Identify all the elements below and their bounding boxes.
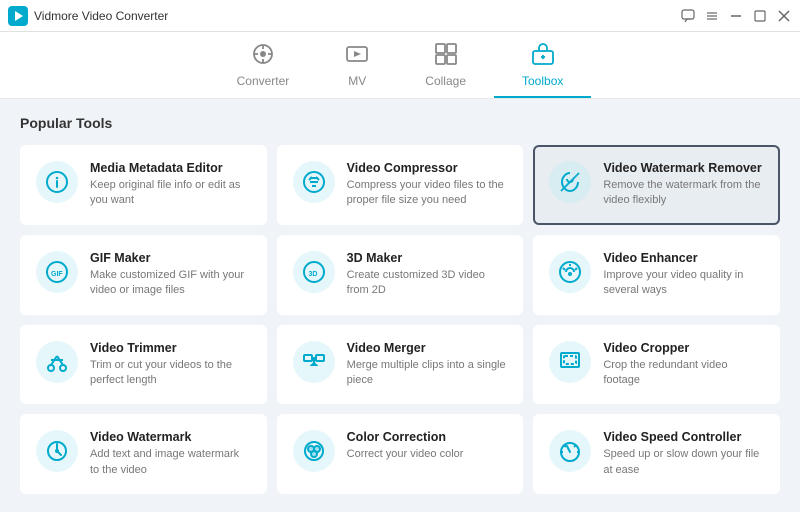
- media-metadata-editor-desc: Keep original file info or edit as you w…: [90, 178, 251, 209]
- maximize-button[interactable]: [752, 8, 768, 24]
- video-compressor-desc: Compress your video files to the proper …: [347, 178, 508, 209]
- video-merger-icon-wrap: [293, 341, 335, 383]
- video-watermark-remover-name: Video Watermark Remover: [603, 161, 764, 175]
- video-watermark-remover-desc: Remove the watermark from the video flex…: [603, 178, 764, 209]
- tool-card-video-enhancer[interactable]: Video Enhancer Improve your video qualit…: [533, 235, 780, 315]
- video-cropper-desc: Crop the redundant video footage: [603, 358, 764, 389]
- media-metadata-editor-name: Media Metadata Editor: [90, 161, 251, 175]
- tool-card-video-watermark-remover[interactable]: Video Watermark Remover Remove the water…: [533, 145, 780, 225]
- video-enhancer-info: Video Enhancer Improve your video qualit…: [603, 251, 764, 299]
- video-speed-controller-desc: Speed up or slow down your file at ease: [603, 447, 764, 478]
- color-correction-desc: Correct your video color: [347, 447, 508, 462]
- video-speed-controller-name: Video Speed Controller: [603, 430, 764, 444]
- tab-converter-label: Converter: [237, 74, 290, 88]
- tool-card-color-correction[interactable]: Color Correction Correct your video colo…: [277, 414, 524, 494]
- media-metadata-editor-info: Media Metadata Editor Keep original file…: [90, 161, 251, 209]
- video-watermark-remover-info: Video Watermark Remover Remove the water…: [603, 161, 764, 209]
- video-cropper-info: Video Cropper Crop the redundant video f…: [603, 341, 764, 389]
- main-content: Popular Tools Media Metadata Editor Keep…: [0, 99, 800, 512]
- tool-card-gif-maker[interactable]: GIF GIF Maker Make customized GIF with y…: [20, 235, 267, 315]
- tool-card-video-speed-controller[interactable]: Video Speed Controller Speed up or slow …: [533, 414, 780, 494]
- menu-button[interactable]: [704, 8, 720, 24]
- converter-icon: [251, 42, 275, 70]
- title-bar-left: Vidmore Video Converter: [8, 6, 168, 26]
- tool-card-3d-maker[interactable]: 3D 3D Maker Create customized 3D video f…: [277, 235, 524, 315]
- tool-card-video-cropper[interactable]: Video Cropper Crop the redundant video f…: [533, 325, 780, 405]
- tab-mv[interactable]: MV: [317, 32, 397, 98]
- video-cropper-name: Video Cropper: [603, 341, 764, 355]
- video-watermark-name: Video Watermark: [90, 430, 251, 444]
- tab-collage[interactable]: Collage: [397, 32, 494, 98]
- tool-card-video-compressor[interactable]: Video Compressor Compress your video fil…: [277, 145, 524, 225]
- title-bar-controls: [680, 8, 792, 24]
- video-enhancer-name: Video Enhancer: [603, 251, 764, 265]
- 3d-maker-info: 3D Maker Create customized 3D video from…: [347, 251, 508, 299]
- tool-card-video-merger[interactable]: Video Merger Merge multiple clips into a…: [277, 325, 524, 405]
- svg-text:3D: 3D: [308, 271, 317, 278]
- video-watermark-desc: Add text and image watermark to the vide…: [90, 447, 251, 478]
- tab-toolbox-label: Toolbox: [522, 74, 563, 88]
- video-merger-info: Video Merger Merge multiple clips into a…: [347, 341, 508, 389]
- color-correction-info: Color Correction Correct your video colo…: [347, 430, 508, 462]
- 3d-maker-icon-wrap: 3D: [293, 251, 335, 293]
- gif-maker-desc: Make customized GIF with your video or i…: [90, 268, 251, 299]
- media-metadata-editor-icon: [36, 161, 78, 203]
- tab-collage-label: Collage: [425, 74, 466, 88]
- video-watermark-icon-wrap: [36, 430, 78, 472]
- title-bar: Vidmore Video Converter: [0, 0, 800, 32]
- app-title: Vidmore Video Converter: [34, 9, 168, 23]
- video-compressor-info: Video Compressor Compress your video fil…: [347, 161, 508, 209]
- video-compressor-icon-wrap: [293, 161, 335, 203]
- video-watermark-info: Video Watermark Add text and image water…: [90, 430, 251, 478]
- 3d-maker-name: 3D Maker: [347, 251, 508, 265]
- mv-icon: [345, 42, 369, 70]
- video-watermark-remover-icon-wrap: [549, 161, 591, 203]
- toolbox-icon: [531, 42, 555, 70]
- tab-mv-label: MV: [348, 74, 366, 88]
- video-enhancer-desc: Improve your video quality in several wa…: [603, 268, 764, 299]
- close-button[interactable]: [776, 8, 792, 24]
- section-title: Popular Tools: [20, 115, 780, 131]
- video-compressor-name: Video Compressor: [347, 161, 508, 175]
- video-trimmer-info: Video Trimmer Trim or cut your videos to…: [90, 341, 251, 389]
- 3d-maker-desc: Create customized 3D video from 2D: [347, 268, 508, 299]
- tab-toolbox[interactable]: Toolbox: [494, 32, 591, 98]
- video-trimmer-icon-wrap: [36, 341, 78, 383]
- tools-grid: Media Metadata Editor Keep original file…: [20, 145, 780, 494]
- gif-maker-icon-wrap: GIF: [36, 251, 78, 293]
- svg-text:GIF: GIF: [51, 271, 63, 278]
- tool-card-media-metadata-editor[interactable]: Media Metadata Editor Keep original file…: [20, 145, 267, 225]
- chat-button[interactable]: [680, 8, 696, 24]
- video-merger-name: Video Merger: [347, 341, 508, 355]
- video-speed-controller-info: Video Speed Controller Speed up or slow …: [603, 430, 764, 478]
- gif-maker-info: GIF Maker Make customized GIF with your …: [90, 251, 251, 299]
- tool-card-video-trimmer[interactable]: Video Trimmer Trim or cut your videos to…: [20, 325, 267, 405]
- video-cropper-icon-wrap: [549, 341, 591, 383]
- gif-maker-name: GIF Maker: [90, 251, 251, 265]
- tab-converter[interactable]: Converter: [209, 32, 318, 98]
- collage-icon: [434, 42, 458, 70]
- video-enhancer-icon-wrap: [549, 251, 591, 293]
- nav-tabs: Converter MV Collage: [0, 32, 800, 99]
- tool-card-video-watermark[interactable]: Video Watermark Add text and image water…: [20, 414, 267, 494]
- color-correction-icon-wrap: [293, 430, 335, 472]
- video-trimmer-name: Video Trimmer: [90, 341, 251, 355]
- video-trimmer-desc: Trim or cut your videos to the perfect l…: [90, 358, 251, 389]
- video-speed-controller-icon-wrap: [549, 430, 591, 472]
- app-logo-icon: [8, 6, 28, 26]
- color-correction-name: Color Correction: [347, 430, 508, 444]
- video-merger-desc: Merge multiple clips into a single piece: [347, 358, 508, 389]
- minimize-button[interactable]: [728, 8, 744, 24]
